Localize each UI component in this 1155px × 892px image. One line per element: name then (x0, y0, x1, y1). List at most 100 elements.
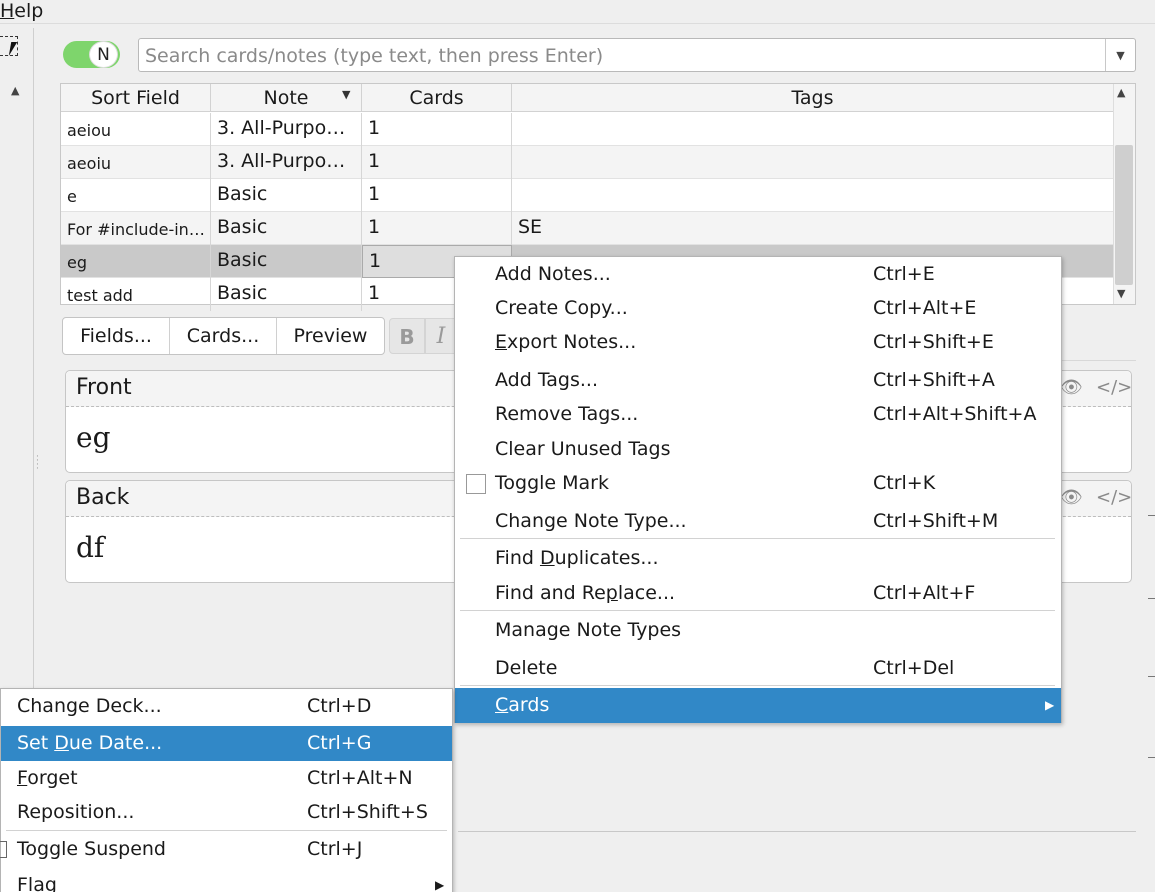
preview-eye-icon[interactable]: 👁 (1060, 487, 1083, 508)
sort-arrow-icon: ▼ (342, 88, 351, 101)
menu-item-toggle-suspend[interactable]: Toggle Suspend Ctrl+J (0, 832, 452, 867)
scroll-down-icon[interactable]: ▼ (1117, 287, 1125, 300)
tick-mark (1148, 757, 1155, 758)
column-header-note[interactable]: Note (211, 84, 362, 112)
table-row[interactable]: aeoiu 3. All-Purpo… 1 (61, 146, 1114, 179)
menu-item-flag[interactable]: Flag ▶ (1, 868, 452, 892)
menu-item-reposition[interactable]: Reposition... Ctrl+Shift+S (1, 795, 452, 830)
divider (458, 831, 1136, 832)
menu-item-label: Delete (495, 657, 558, 679)
menu-item-shortcut: Ctrl+J (307, 838, 363, 860)
menu-item-shortcut: Ctrl+K (873, 472, 936, 494)
html-editor-icon[interactable]: </> (1096, 487, 1132, 508)
splitter-handle-icon[interactable]: · · · · (36, 453, 39, 474)
preview-eye-icon[interactable]: 👁 (1060, 377, 1083, 398)
menu-item-shortcut: Ctrl+Alt+Shift+A (873, 403, 1037, 425)
menu-item-change-deck[interactable]: Change Deck... Ctrl+D (1, 689, 452, 724)
scroll-up-icon[interactable]: ▲ (1117, 86, 1125, 99)
sidebar-panel (0, 28, 34, 692)
checkbox-icon[interactable] (0, 841, 7, 858)
menu-item-label: Toggle Mark (495, 472, 609, 494)
table-scrollbar-thumb[interactable] (1115, 145, 1133, 285)
cell-cards: 1 (362, 146, 512, 179)
field-value-back[interactable]: df (76, 531, 104, 564)
field-label-front: Front (76, 375, 132, 400)
tick-mark (1148, 515, 1155, 516)
search-history-dropdown[interactable]: ▼ (1105, 39, 1135, 71)
table-row[interactable]: aeiou 3. All-Purpo… 1 (61, 113, 1114, 146)
menu-item-set-due-date[interactable]: Set Due Date... Ctrl+G (1, 726, 452, 761)
tick-mark (1148, 676, 1155, 677)
menu-item-label: Reposition... (17, 801, 135, 823)
field-value-front[interactable]: eg (76, 421, 111, 454)
menu-help[interactable]: Help (0, 0, 43, 22)
menu-item-label: Add Notes... (495, 263, 611, 285)
menu-item-label: Clear Unused Tags (495, 438, 671, 460)
sidebar-scroll-up-icon[interactable]: ▲ (11, 84, 19, 97)
menu-item-manage-note-types[interactable]: Manage Note Types (455, 613, 1061, 648)
editor-tabs: Fields... Cards... Preview (62, 317, 385, 355)
menu-item-create-copy[interactable]: Create Copy... Ctrl+Alt+E (455, 291, 1061, 326)
menu-item-shortcut: Ctrl+E (873, 263, 935, 285)
cell-note: Basic (211, 179, 362, 212)
column-header-sort-field[interactable]: Sort Field (61, 84, 211, 112)
search-box[interactable]: ▼ (138, 38, 1136, 72)
menu-item-label: Create Copy... (495, 297, 628, 319)
menu-item-label: Find Duplicates... (495, 541, 659, 576)
italic-button[interactable]: I (425, 318, 457, 354)
menu-item-cards[interactable]: Cards ▶ (455, 688, 1061, 723)
label-rest: orget (27, 767, 78, 789)
cell-sort-field: For #include-in… (61, 212, 211, 245)
html-editor-icon[interactable]: </> (1096, 377, 1132, 398)
toggle-knob[interactable]: N (89, 41, 118, 68)
cards-button[interactable]: Cards... (170, 318, 277, 354)
menu-item-label: Remove Tags... (495, 403, 639, 425)
label-rest: ue Date... (68, 732, 163, 754)
menu-item-add-notes[interactable]: Add Notes... Ctrl+E (455, 257, 1061, 292)
menu-item-delete[interactable]: Delete Ctrl+Del (455, 651, 1061, 686)
dropdown-arrow-icon: ▼ (1116, 48, 1125, 62)
menu-item-export-notes[interactable]: Export Notes... Ctrl+Shift+E (455, 325, 1061, 360)
table-row[interactable]: For #include-in… Basic 1 SE (61, 212, 1114, 245)
menu-item-find-and-replace[interactable]: Find and Replace... Ctrl+Alt+F (455, 576, 1061, 611)
menu-item-remove-tags[interactable]: Remove Tags... Ctrl+Alt+Shift+A (455, 397, 1061, 432)
menu-item-label: Set Due Date... (17, 726, 162, 761)
column-header-cards[interactable]: Cards (362, 84, 512, 112)
menu-item-shortcut: Ctrl+Alt+N (307, 767, 413, 789)
fields-button[interactable]: Fields... (63, 318, 170, 354)
bold-button[interactable]: B (389, 318, 425, 354)
menu-item-find-duplicates[interactable]: Find Duplicates... (455, 541, 1061, 576)
menu-item-label: Find and Replace... (495, 576, 675, 611)
checkbox-icon[interactable] (466, 474, 486, 494)
cell-note: Basic (211, 245, 362, 278)
search-input[interactable] (145, 44, 1095, 68)
menu-item-forget[interactable]: Forget Ctrl+Alt+N (1, 761, 452, 796)
menu-separator (460, 538, 1055, 539)
label-pre: Set (17, 732, 55, 754)
menu-item-shortcut: Ctrl+Del (873, 657, 955, 679)
cell-note: 3. All-Purpo… (211, 113, 362, 146)
cell-cards: 1 (362, 212, 512, 245)
menu-item-shortcut: Ctrl+Shift+S (307, 801, 428, 823)
menu-separator (460, 685, 1055, 686)
menu-separator (460, 610, 1055, 611)
mnemonic: E (495, 331, 508, 353)
mnemonic: D (539, 547, 555, 569)
table-row[interactable]: e Basic 1 (61, 179, 1114, 212)
mnemonic: D (54, 732, 69, 754)
menu-item-shortcut: Ctrl+Shift+M (873, 510, 999, 532)
menu-item-shortcut: Ctrl+D (307, 695, 372, 717)
preview-button[interactable]: Preview (277, 318, 384, 354)
menu-item-change-note-type[interactable]: Change Note Type... Ctrl+Shift+M (455, 504, 1061, 539)
menu-item-label: Forget (17, 761, 78, 796)
menu-item-shortcut: Ctrl+G (307, 732, 372, 754)
cell-sort-field: test add (61, 278, 211, 311)
menu-item-label: Manage Note Types (495, 619, 682, 641)
menubar (0, 0, 1155, 24)
cell-tags (512, 113, 1114, 146)
menu-item-clear-unused-tags[interactable]: Clear Unused Tags (455, 432, 1061, 467)
menu-item-toggle-mark[interactable]: Toggle Mark Ctrl+K (455, 466, 1061, 501)
menu-item-add-tags[interactable]: Add Tags... Ctrl+Shift+A (455, 363, 1061, 398)
column-header-tags[interactable]: Tags (512, 84, 1114, 112)
cell-sort-field: eg (61, 245, 211, 278)
